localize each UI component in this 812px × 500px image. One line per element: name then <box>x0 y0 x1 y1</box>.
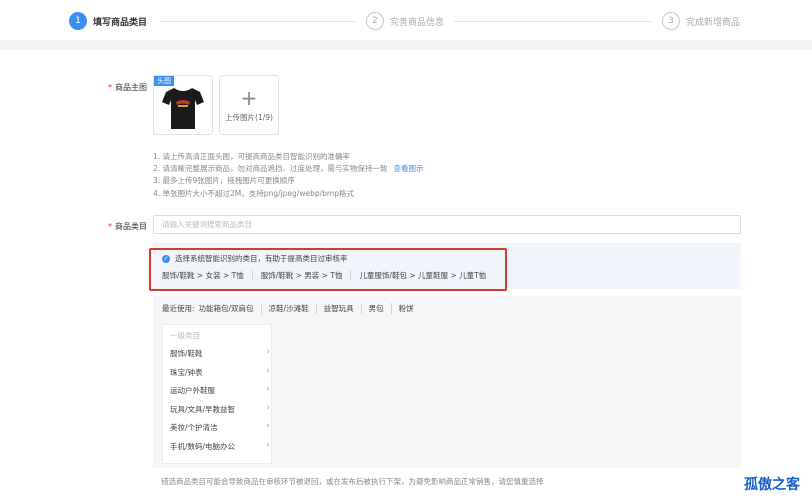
category-item[interactable]: 玩具/文具/早教益智 › <box>170 402 270 415</box>
category-warning-note: 错选商品类目可能会导致商品在审核环节被退回，或在发布后被执行下架，为避免影响商品… <box>161 477 544 486</box>
chevron-right-icon: › <box>266 421 270 431</box>
category-item[interactable]: 服饰/鞋靴 › <box>170 348 270 359</box>
header-separator <box>0 40 812 50</box>
main-image-label: * 商品主图 <box>108 82 147 93</box>
step-1-label: 填写商品类目 <box>93 17 148 28</box>
level1-category-header: 一级类目 <box>170 331 200 340</box>
category-search-input[interactable] <box>153 215 741 234</box>
chevron-right-icon: › <box>266 402 270 413</box>
uploaded-image[interactable]: 头图 <box>153 75 213 135</box>
step-2-label: 完善商品信息 <box>390 17 445 28</box>
category-item-label: 运动户外鞋服 <box>170 386 215 395</box>
step-1: 1 填写商品类目 <box>69 12 147 30</box>
category-item[interactable]: 手机/数码/电脑办公 › <box>170 439 270 452</box>
step-3-number: 3 <box>662 12 680 30</box>
watermark-logo: 孤傲之客 <box>744 477 800 493</box>
recent-item[interactable]: 男包 <box>360 303 391 314</box>
upload-tips: 1. 请上传高清正面头图，可提高商品类目智能识别的准确率 2. 请清晰完整展示商… <box>153 151 424 200</box>
step-divider <box>454 21 652 22</box>
step-3-label: 完成新增商品 <box>686 17 741 28</box>
category-item-label: 手机/数码/电脑办公 <box>170 441 236 451</box>
highlight-box <box>149 248 507 291</box>
category-item[interactable]: 美妆/个护清洁 › <box>170 422 270 433</box>
category-item-label: 服饰/鞋靴 <box>170 349 203 358</box>
step-1-number: 1 <box>69 12 87 30</box>
tip-line: 3. 最多上传9张图片，拖拽图片可更换顺序 <box>153 176 295 186</box>
recent-item[interactable]: 益智玩具 <box>315 303 361 314</box>
tip-line: 1. 请上传高清正面头图，可提高商品类目智能识别的准确率 <box>153 152 351 161</box>
recent-item[interactable]: 功能箱包/双肩包 <box>199 303 261 314</box>
recent-item[interactable]: 粉饼 <box>390 303 421 314</box>
chevron-right-icon: › <box>266 439 270 450</box>
tip-line-text: 2. 请清晰完整展示商品，勿对商品遮挡、过度处理，需与实物保持一致 <box>153 164 388 174</box>
recent-item[interactable]: 凉鞋/沙滩鞋 <box>260 303 316 314</box>
required-mark: * <box>108 222 112 231</box>
tip-line: 2. 请清晰完整展示商品，勿对商品遮挡、过度处理，需与实物保持一致 查看图示 <box>153 163 424 175</box>
recent-categories: 最近使用: 功能箱包/双肩包 凉鞋/沙滩鞋 益智玩具 男包 粉饼 <box>162 303 421 314</box>
step-2: 2 完善商品信息 <box>366 12 444 30</box>
category-item-label: 美妆/个护清洁 <box>170 423 218 432</box>
category-label: * 商品类目 <box>108 221 147 232</box>
main-image-label-text: 商品主图 <box>115 83 147 92</box>
step-3: 3 完成新增商品 <box>662 12 740 30</box>
step-divider <box>160 21 356 22</box>
category-item-label: 珠宝/钟表 <box>170 367 203 377</box>
chevron-right-icon: › <box>266 365 270 376</box>
view-example-link[interactable]: 查看图示 <box>394 164 424 173</box>
level1-category-list: 一级类目 服饰/鞋靴 › 珠宝/钟表 › 运动户外鞋服 › 玩具/文具/早教益智 › 美… <box>162 324 272 464</box>
plus-icon: + <box>240 86 258 110</box>
steps-bar: 1 填写商品类目 2 完善商品信息 3 完成新增商品 <box>0 0 812 44</box>
tshirt-thumbnail <box>162 88 204 129</box>
category-label-text: 商品类目 <box>115 222 147 231</box>
recent-label: 最近使用: <box>162 304 195 313</box>
chevron-right-icon: › <box>266 384 270 394</box>
required-mark: * <box>108 83 112 92</box>
tip-line: 4. 单张图片大小不超过2M，支持png/jpeg/webp/bmp格式 <box>153 188 354 198</box>
step-2-number: 2 <box>366 12 384 30</box>
category-item[interactable]: 运动户外鞋服 › <box>170 385 270 396</box>
upload-image-button[interactable]: + 上传图片(1/9) <box>219 75 279 135</box>
category-item[interactable]: 珠宝/钟表 › <box>170 365 270 378</box>
category-item-label: 玩具/文具/早教益智 <box>170 404 236 414</box>
head-image-tag: 头图 <box>154 76 174 86</box>
chevron-right-icon: › <box>266 347 270 357</box>
upload-image-label: 上传图片(1/9) <box>225 113 273 122</box>
